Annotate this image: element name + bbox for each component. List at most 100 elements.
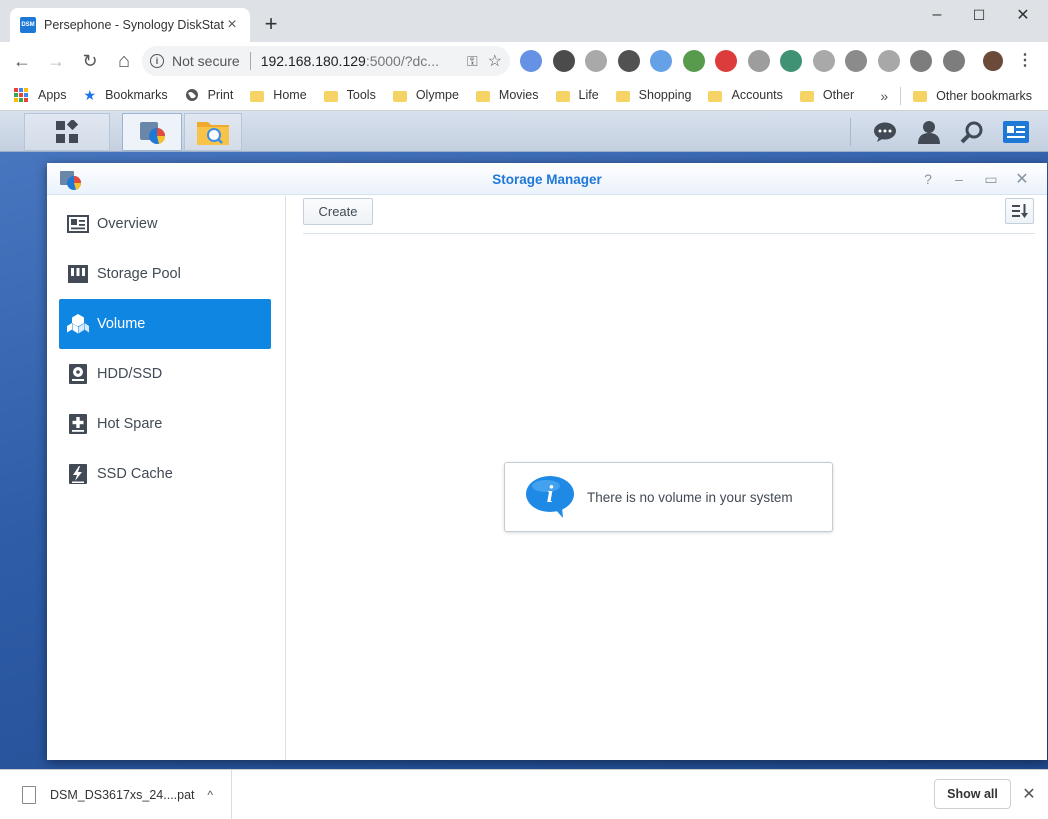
reload-button[interactable]: ↻	[74, 45, 106, 77]
bookmark-folder-other[interactable]: Other	[799, 88, 855, 102]
widgets-icon[interactable]	[1003, 119, 1029, 145]
profile-avatar[interactable]	[983, 51, 1003, 71]
bookmark-folder-life[interactable]: Life	[555, 88, 599, 102]
folder-icon	[392, 90, 407, 102]
search-doc-icon[interactable]	[747, 50, 770, 72]
home-button[interactable]: ⌂	[108, 45, 140, 77]
empty-state-message: i There is no volume in your system	[504, 462, 833, 532]
sidebar-item-ssd-cache[interactable]: SSD Cache	[59, 449, 271, 499]
bookmark-folder-movies[interactable]: Movies	[475, 88, 539, 102]
close-icon[interactable]: ✕	[1012, 169, 1032, 189]
minimize-window-button[interactable]: –	[914, 0, 960, 30]
sidebar-item-hot-spare[interactable]: Hot Spare	[59, 399, 271, 449]
help-icon[interactable]: ?	[918, 169, 938, 189]
bookmark-folder-shopping[interactable]: Shopping	[615, 88, 691, 102]
bookmark-folder-tools[interactable]: Tools	[323, 88, 376, 102]
sidebar-item-label: Hot Spare	[97, 416, 163, 432]
sidebar-item-label: HDD/SSD	[97, 366, 163, 382]
skype-icon[interactable]	[877, 50, 900, 72]
minimize-icon[interactable]: –	[949, 169, 969, 189]
url-host: 192.168.180.129	[260, 53, 366, 69]
downloads-bar: DSM_DS3617xs_24....pat ^ Show all ✕	[0, 769, 1048, 819]
sidebar-item-label: Volume	[97, 316, 146, 332]
folder-icon	[323, 90, 338, 102]
hand-icon[interactable]	[585, 50, 607, 72]
bookmark-label: Home	[273, 88, 307, 102]
bookmark-folder-accounts[interactable]: Accounts	[708, 88, 783, 102]
download-item[interactable]: DSM_DS3617xs_24....pat ^	[0, 770, 232, 819]
address-bar[interactable]: i Not secure 192.168.180.129:5000/?dc...…	[142, 46, 510, 76]
puzzle-icon[interactable]	[910, 50, 932, 72]
recycle-icon[interactable]	[845, 50, 867, 72]
browser-menu-icon[interactable]: ⋮	[1016, 50, 1034, 70]
maximize-icon[interactable]: ▭	[981, 169, 1001, 189]
s-green-icon[interactable]	[780, 50, 802, 72]
bookmark-label: Accounts	[731, 88, 783, 102]
info-icon[interactable]: i	[150, 54, 164, 68]
extension-icons	[520, 50, 975, 72]
storage-pool-icon	[68, 265, 88, 283]
search-icon[interactable]	[959, 119, 985, 145]
bookmarks-bar: Apps ★ Bookmarks Print Home Tools Olympe…	[0, 80, 1048, 111]
main-menu-button[interactable]	[24, 113, 110, 151]
download-options-chevron-icon[interactable]: ^	[207, 788, 213, 802]
tab-close-icon[interactable]: ×	[224, 16, 240, 34]
star-icon: ★	[83, 86, 97, 103]
storage-manager-taskbar-button[interactable]	[122, 113, 182, 151]
bookmark-folder-olympe[interactable]: Olympe	[392, 88, 459, 102]
key-icon[interactable]: ⚿	[467, 53, 478, 70]
sidebar-item-storage-pool[interactable]: Storage Pool	[59, 249, 271, 299]
bookmark-print[interactable]: Print	[185, 88, 233, 102]
opera-icon[interactable]	[715, 50, 737, 72]
google-translate-icon[interactable]	[520, 50, 542, 72]
bookmark-label: Other	[822, 88, 855, 102]
sidebar-item-volume[interactable]: Volume	[59, 299, 271, 349]
bookmark-label: Tools	[346, 88, 376, 102]
sb-icon[interactable]	[617, 50, 640, 72]
browser-tab[interactable]: DSM Persephone - Synology DiskStation ×	[10, 8, 250, 42]
new-tab-button[interactable]: +	[258, 12, 284, 38]
globe-badge-icon[interactable]	[682, 50, 705, 72]
info-bubble-icon: i	[526, 476, 574, 518]
url-rest: :5000/?dc...	[365, 53, 439, 69]
sort-button[interactable]	[1005, 198, 1034, 224]
file-station-taskbar-button[interactable]	[184, 113, 242, 151]
sidebar-item-label: Overview	[97, 216, 158, 232]
forward-button[interactable]: →	[40, 45, 72, 77]
close-window-button[interactable]: ✕	[1000, 0, 1046, 30]
sidebar-item-label: Storage Pool	[97, 266, 181, 282]
browser-toolbar: ← → ↻ ⌂ i Not secure 192.168.180.129:500…	[0, 42, 1048, 80]
bookmarks-overflow-icon[interactable]: »	[880, 88, 888, 104]
sort-icon	[1011, 204, 1028, 218]
amazon-icon[interactable]	[552, 50, 575, 72]
sidebar-item-hdd-ssd[interactable]: HDD/SSD	[59, 349, 271, 399]
cast-icon[interactable]	[942, 50, 965, 72]
window-header[interactable]: Storage Manager ? – ▭ ✕	[47, 163, 1047, 195]
back-button[interactable]: ←	[6, 45, 38, 77]
bookmark-folder-home[interactable]: Home	[250, 88, 307, 102]
volume-content: Create i There is no volume in your syst…	[303, 196, 1035, 760]
sidebar-item-overview[interactable]: Overview	[59, 199, 271, 249]
notifications-icon[interactable]	[872, 119, 898, 145]
create-button[interactable]: Create	[303, 198, 373, 225]
bookmark-apps[interactable]: Apps	[14, 88, 67, 102]
bookmark-other-bookmarks[interactable]: Other bookmarks	[913, 89, 1032, 103]
bookmark-bookmarks[interactable]: ★ Bookmarks	[84, 87, 168, 104]
folder-icon	[913, 91, 928, 102]
hdd-icon	[69, 364, 87, 384]
file-station-icon	[197, 122, 229, 145]
user-icon[interactable]	[916, 119, 942, 145]
window-icon[interactable]	[812, 50, 835, 72]
close-downloads-icon[interactable]: ✕	[1020, 784, 1038, 804]
tab-title: Persephone - Synology DiskStation	[44, 18, 224, 32]
empty-state-text: There is no volume in your system	[587, 489, 793, 505]
maximize-window-button[interactable]: ☐	[956, 0, 1002, 30]
bookmark-star-icon[interactable]: ☆	[488, 51, 502, 71]
globe-icon	[185, 89, 198, 101]
url-text[interactable]: 192.168.180.129:5000/?dc...	[261, 53, 457, 69]
show-all-button[interactable]: Show all	[934, 779, 1011, 809]
storage-manager-window: Storage Manager ? – ▭ ✕ Overview Storage…	[47, 163, 1047, 760]
bookmark-label: Other bookmarks	[936, 88, 1032, 103]
bookmarks-separator	[900, 86, 902, 105]
pulse-icon[interactable]	[650, 50, 672, 72]
